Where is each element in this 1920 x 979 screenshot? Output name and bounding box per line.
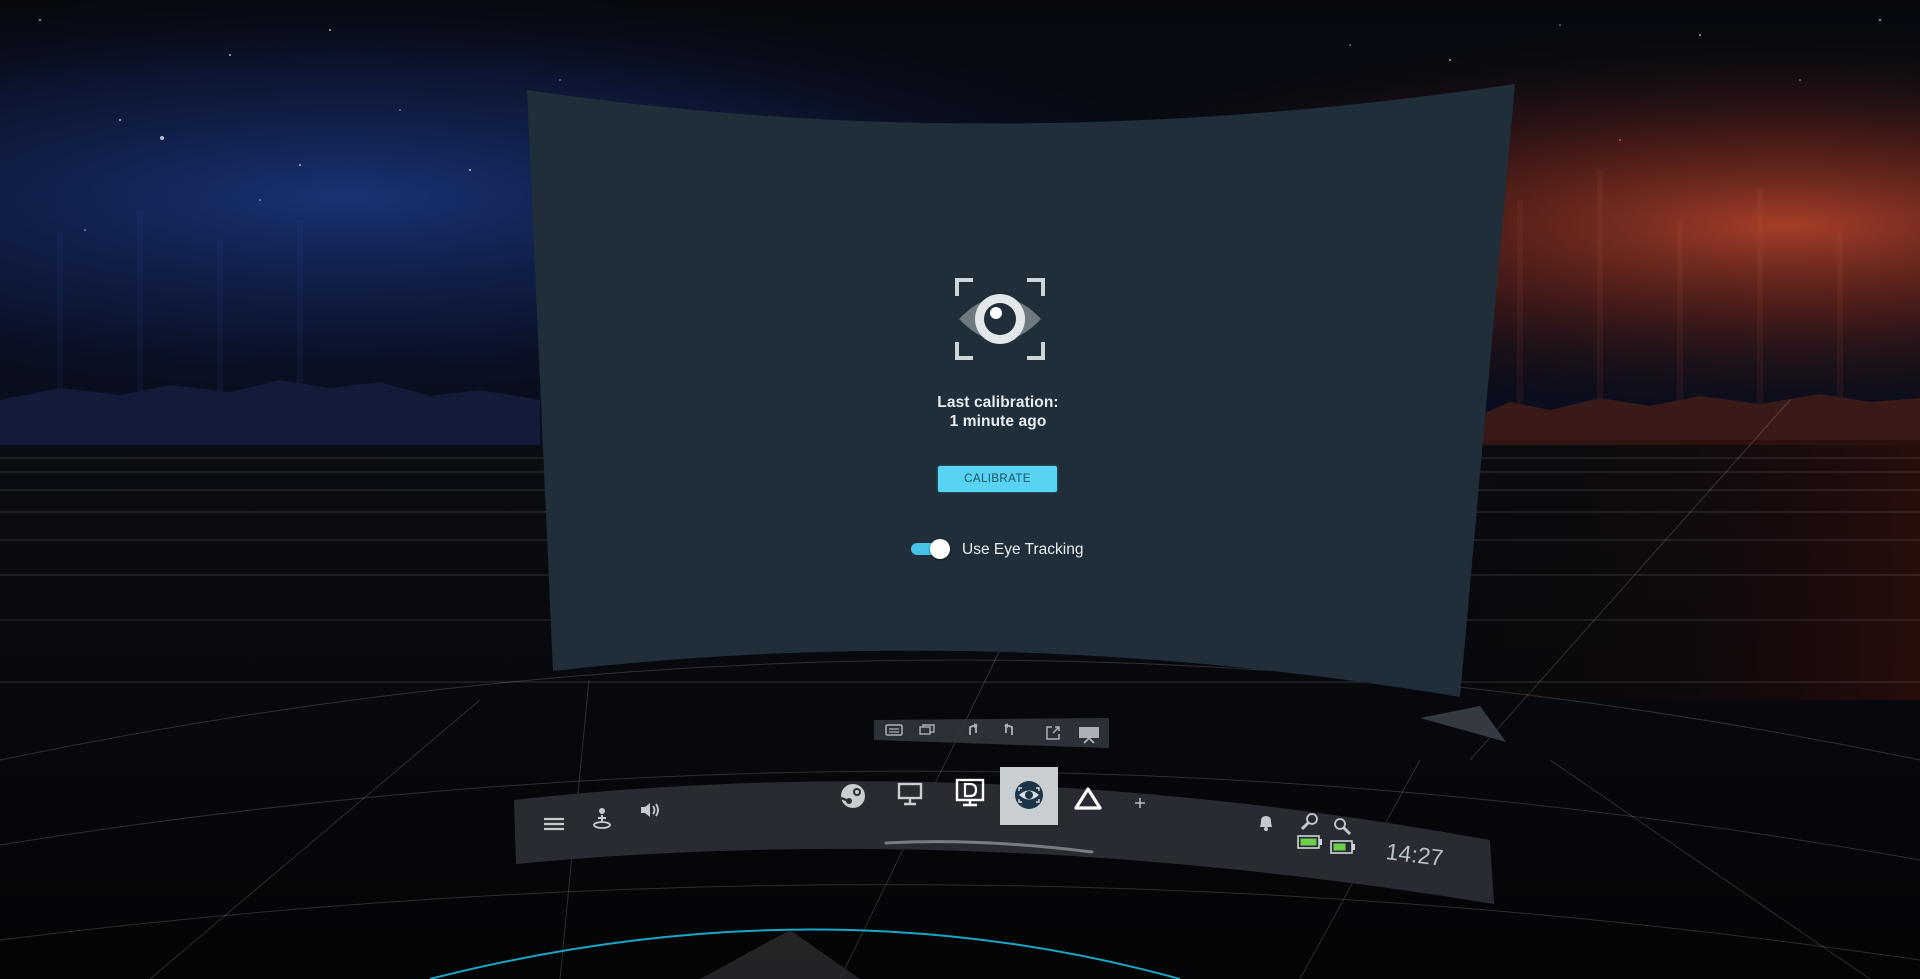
volume-icon[interactable]: [639, 801, 661, 819]
controller-left-icon: [1299, 813, 1319, 831]
battery-right-icon: [1330, 840, 1356, 854]
rotate-icon[interactable]: [965, 722, 981, 738]
controller-right-icon: [1333, 818, 1353, 836]
menu-icon[interactable]: [543, 815, 565, 833]
notification-bell-icon[interactable]: [1257, 813, 1275, 833]
keyboard-icon[interactable]: [885, 723, 903, 737]
battery-left-icon: [1297, 835, 1323, 849]
desktop-icon[interactable]: [897, 782, 923, 806]
room-setup-icon[interactable]: [592, 806, 612, 830]
eye-tracking-app-icon[interactable]: [1000, 767, 1058, 825]
windows-icon[interactable]: [919, 723, 935, 737]
steamvr-dashboard: 14:27: [0, 0, 1920, 979]
display-d-icon[interactable]: [955, 778, 985, 808]
steam-icon[interactable]: [839, 782, 867, 810]
vive-icon[interactable]: [1074, 786, 1102, 812]
plus-icon[interactable]: [1133, 796, 1147, 810]
rotate-back-icon[interactable]: [1001, 722, 1017, 738]
open-external-icon[interactable]: [1045, 725, 1061, 741]
desktop-view-icon[interactable]: [1078, 726, 1100, 744]
overlay-controls-bar: [874, 718, 1109, 748]
